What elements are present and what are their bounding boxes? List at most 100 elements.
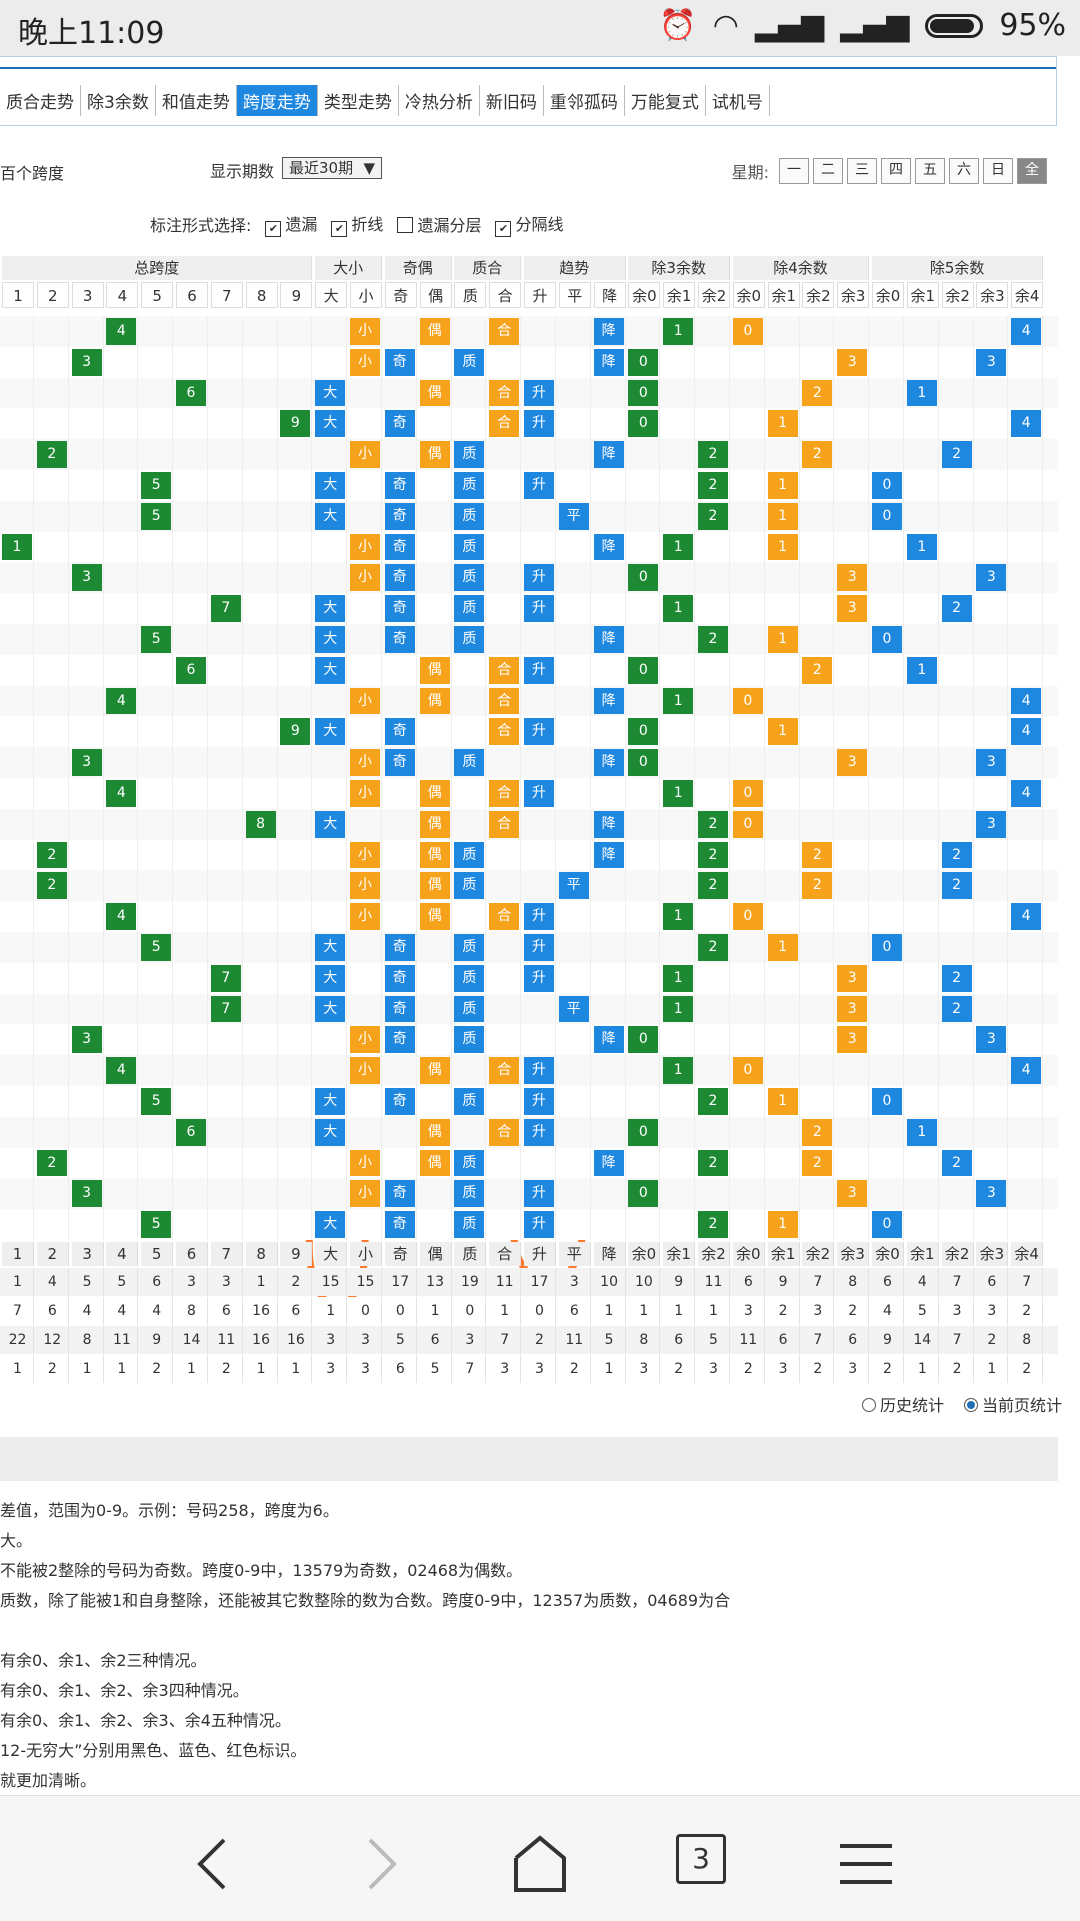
weekday-4[interactable]: 五 xyxy=(915,158,945,184)
omit-cell xyxy=(733,593,765,624)
omit-cell xyxy=(315,1055,348,1086)
omit-cell xyxy=(454,716,487,748)
trend-mark: 3 xyxy=(71,749,102,776)
trend-mark: 3 xyxy=(837,749,868,776)
omit-cell xyxy=(663,439,696,470)
weekday-2[interactable]: 三 xyxy=(847,158,877,184)
page-subtitle: 百个跨度 xyxy=(0,164,65,183)
trend-mark: 9 xyxy=(280,410,311,438)
weekday-7[interactable]: 全 xyxy=(1017,158,1047,184)
trend-mark: 偶 xyxy=(419,379,450,407)
summary-cell: 1 xyxy=(280,1355,313,1383)
radio-0[interactable]: 历史统计 xyxy=(861,1392,944,1416)
omit-cell xyxy=(2,408,34,440)
option-3[interactable]: ✔ 分隔线 xyxy=(495,211,563,237)
summary-cell: 5 xyxy=(72,1268,104,1296)
tab-2[interactable]: 和值走势 xyxy=(156,85,237,116)
omit-cell xyxy=(559,1147,591,1179)
menu-icon[interactable] xyxy=(836,1834,896,1894)
forward-icon[interactable] xyxy=(348,1834,408,1894)
trend-mark: 1 xyxy=(663,1057,694,1084)
tab-4[interactable]: 类型走势 xyxy=(318,85,399,116)
column-header: 余2 xyxy=(802,282,835,308)
weekday-5[interactable]: 六 xyxy=(949,158,979,184)
omit-cell xyxy=(141,778,174,809)
radio-icon[interactable] xyxy=(963,1398,978,1412)
omit-cell xyxy=(350,932,382,963)
omit-cell xyxy=(663,1116,696,1148)
summary-cell: 9 xyxy=(872,1326,904,1354)
omit-cell xyxy=(489,346,522,378)
column-header: 余2 xyxy=(941,282,974,308)
summary-cell: 11 xyxy=(489,1268,522,1296)
weekday-6[interactable]: 日 xyxy=(983,158,1013,184)
omit-cell xyxy=(559,1055,591,1086)
period-label: 显示期数 xyxy=(210,162,275,181)
trend-mark: 升 xyxy=(524,564,554,592)
trend-mark: 质 xyxy=(454,348,485,376)
column-header-bottom: 质 xyxy=(454,1242,487,1266)
checkbox-icon[interactable]: ✔ xyxy=(331,221,348,237)
summary-cell: 9 xyxy=(141,1326,174,1354)
tab-0[interactable]: 质合走势 xyxy=(0,85,81,116)
omit-cell xyxy=(524,839,556,871)
omit-cell xyxy=(72,1209,104,1240)
omit-cell xyxy=(2,1116,34,1148)
radio-1[interactable]: 当前页统计 xyxy=(963,1392,1062,1416)
trend-mark: 3 xyxy=(837,995,868,1023)
tab-5[interactable]: 冷热分析 xyxy=(399,85,480,116)
omit-cell xyxy=(280,685,313,717)
omit-cell xyxy=(768,778,800,809)
radio-icon[interactable] xyxy=(861,1398,876,1412)
weekday-0[interactable]: 一 xyxy=(779,158,809,184)
trend-mark: 奇 xyxy=(384,348,415,376)
checkbox-icon[interactable] xyxy=(397,217,414,233)
trend-mark: 降 xyxy=(593,1026,624,1054)
checkbox-icon[interactable]: ✔ xyxy=(495,221,512,237)
tab-7[interactable]: 重邻孤码 xyxy=(544,85,625,116)
omit-cell xyxy=(280,1147,313,1179)
table-row xyxy=(0,316,1058,347)
omit-cell xyxy=(698,654,730,686)
omit-cell xyxy=(698,685,730,717)
omit-cell xyxy=(489,932,522,963)
checkbox-icon[interactable]: ✔ xyxy=(265,221,282,237)
tab-6[interactable]: 新旧码 xyxy=(480,85,544,116)
trend-mark: 0 xyxy=(872,1088,902,1115)
omit-cell xyxy=(942,562,974,594)
omit-cell xyxy=(559,1178,591,1210)
tab-1[interactable]: 除3余数 xyxy=(81,85,156,116)
trend-mark: 奇 xyxy=(384,1211,415,1238)
option-1[interactable]: ✔ 折线 xyxy=(331,211,383,237)
trend-mark: 偶 xyxy=(419,1057,450,1084)
weekday-1[interactable]: 二 xyxy=(813,158,843,184)
summary-cell: 5 xyxy=(698,1326,730,1354)
trend-mark: 降 xyxy=(593,687,624,715)
omit-cell xyxy=(907,839,939,871)
column-header: 余0 xyxy=(732,282,765,308)
period-select[interactable]: 最近30期 ▼ xyxy=(282,157,382,179)
week-label: 星期: xyxy=(731,163,769,182)
tab-9[interactable]: 试机号 xyxy=(706,85,770,116)
trend-mark: 合 xyxy=(489,780,520,807)
option-0[interactable]: ✔ 遗漏 xyxy=(265,211,317,237)
omit-cell xyxy=(907,1055,939,1086)
omit-cell xyxy=(559,1209,591,1240)
weekday-3[interactable]: 四 xyxy=(881,158,911,184)
tab-3[interactable]: 跨度走势 xyxy=(236,85,318,116)
tabs-count-button[interactable]: 3 xyxy=(676,1834,726,1884)
summary-cell: 8 xyxy=(72,1326,104,1354)
omit-cell xyxy=(733,747,765,778)
back-icon[interactable] xyxy=(186,1834,246,1894)
omit-cell xyxy=(106,346,139,378)
trend-mark: 质 xyxy=(454,564,485,592)
tab-8[interactable]: 万能复式 xyxy=(625,85,706,116)
omit-cell xyxy=(628,778,661,809)
home-icon[interactable] xyxy=(510,1834,570,1894)
omit-cell xyxy=(872,839,904,871)
column-header-bottom: 余2 xyxy=(802,1242,835,1266)
option-2[interactable]: 遗漏分层 xyxy=(397,212,481,236)
omit-cell xyxy=(768,1116,800,1148)
omit-cell xyxy=(72,932,104,963)
trend-mark: 2 xyxy=(698,502,728,530)
